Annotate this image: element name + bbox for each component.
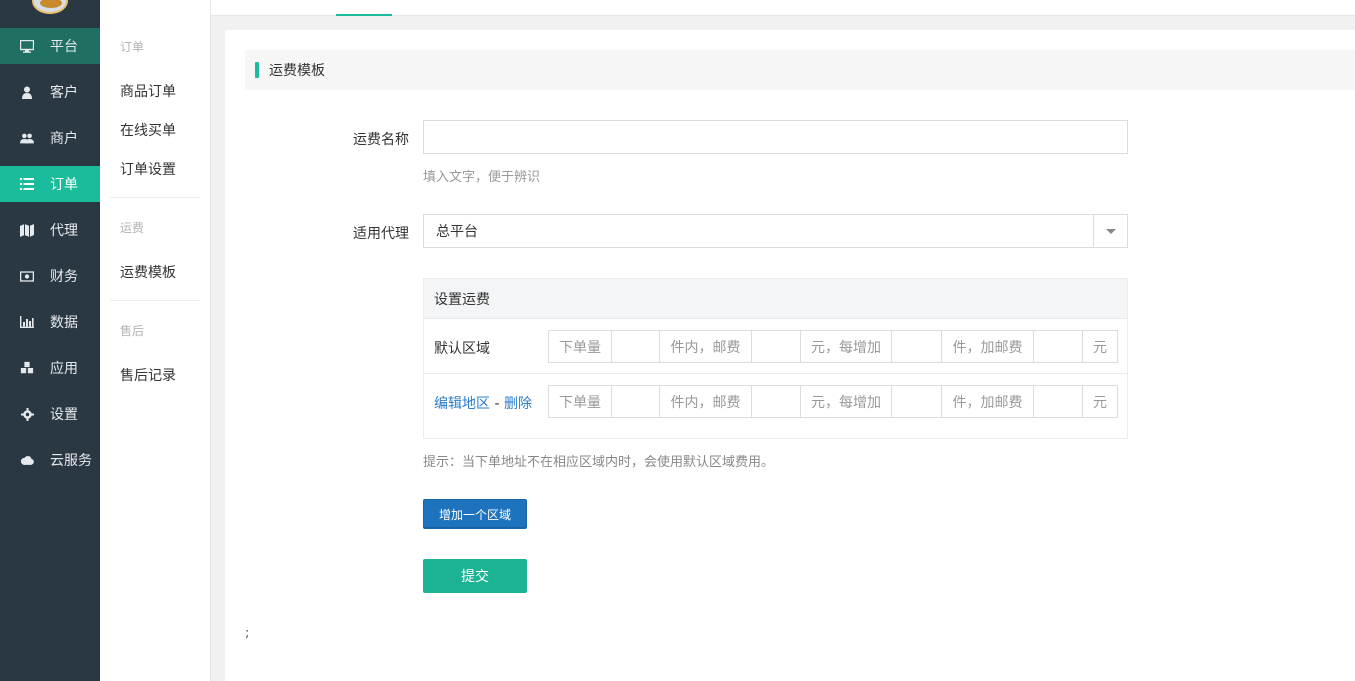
add-fee-input[interactable] <box>1033 330 1083 363</box>
subnav-group-title: 运费 <box>120 221 145 235</box>
subnav-group-title: 订单 <box>120 40 145 54</box>
default-region-label: 默认区域 <box>434 341 490 357</box>
cubes-icon <box>20 361 34 375</box>
sidebar-item-agent[interactable]: 代理 <box>0 212 100 248</box>
sidebar-item-customer[interactable]: 客户 <box>0 74 100 110</box>
subnav-item-order-settings[interactable]: 订单设置 <box>120 159 176 179</box>
sidebar-item-label: 代理 <box>50 223 78 239</box>
divider <box>110 197 200 198</box>
sidebar-item-label: 平台 <box>50 39 78 55</box>
add-fee-input[interactable] <box>1033 385 1083 418</box>
fee-settings-box: 设置运费 默认区域 下单量 件内，邮费 元，每增加 件，加邮费 元 编辑地区 -… <box>423 278 1128 439</box>
sidebar-item-label: 订单 <box>50 177 78 193</box>
add-qty-input[interactable] <box>891 330 942 363</box>
select-arrow[interactable] <box>1093 215 1127 247</box>
section-title: 运费模板 <box>269 63 325 79</box>
sidebar-item-label: 商户 <box>50 131 78 147</box>
monitor-icon <box>20 39 34 53</box>
name-help-text: 填入文字，便于辨识 <box>423 170 541 185</box>
sidebar-item-apps[interactable]: 应用 <box>0 350 100 386</box>
agent-label: 适用代理 <box>353 226 409 242</box>
label-yuan: 元 <box>1082 385 1118 418</box>
main-sidebar: 平台 客户 商户 订单 代理 财务 数据 应用 设置 云服务 <box>0 0 100 681</box>
money-icon <box>20 269 34 283</box>
sidebar-item-label: 客户 <box>50 85 78 101</box>
sidebar-item-label: 财务 <box>50 269 78 285</box>
label-first-fee: 件内，邮费 <box>659 385 752 418</box>
active-tab-indicator <box>336 14 392 16</box>
label-each-add: 元，每增加 <box>800 385 892 418</box>
sidebar-item-order[interactable]: 订单 <box>0 166 100 202</box>
sidebar-item-data[interactable]: 数据 <box>0 304 100 340</box>
subnav-item-shipping-template[interactable]: 运费模板 <box>120 262 176 282</box>
label-first-fee: 件内，邮费 <box>659 330 752 363</box>
sidebar-item-cloud[interactable]: 云服务 <box>0 442 100 478</box>
secondary-nav: 订单 商品订单 在线买单 订单设置 运费 运费模板 售后 售后记录 <box>100 0 211 681</box>
edit-region-link[interactable]: 编辑地区 <box>434 396 490 412</box>
label-yuan: 元 <box>1082 330 1118 363</box>
fee-row-default: 默认区域 下单量 件内，邮费 元，每增加 件，加邮费 元 <box>424 319 1127 374</box>
section-accent-bar <box>255 62 259 78</box>
name-input[interactable] <box>423 120 1128 154</box>
submit-button[interactable]: 提交 <box>423 559 527 593</box>
users-icon <box>20 131 34 145</box>
user-icon <box>20 85 34 99</box>
sidebar-item-platform[interactable]: 平台 <box>0 28 100 64</box>
subnav-item-product-orders[interactable]: 商品订单 <box>120 81 176 101</box>
section-header: 运费模板 <box>245 50 1355 90</box>
subnav-item-after-sales[interactable]: 售后记录 <box>120 365 176 385</box>
separator: - <box>494 396 500 412</box>
sidebar-item-finance[interactable]: 财务 <box>0 258 100 294</box>
sidebar-item-label: 数据 <box>50 315 78 331</box>
gear-icon <box>20 407 34 421</box>
fee-tip-text: 提示：当下单地址不在相应区域内时，会使用默认区域费用。 <box>423 455 775 470</box>
logo <box>32 0 68 14</box>
first-fee-input[interactable] <box>751 385 801 418</box>
label-order-qty: 下单量 <box>548 385 612 418</box>
main-panel: 运费模板 运费名称 填入文字，便于辨识 适用代理 总平台 设置运费 默认区域 下… <box>225 30 1355 681</box>
delete-region-link[interactable]: 删除 <box>504 396 532 412</box>
label-add-fee: 件，加邮费 <box>941 330 1034 363</box>
subnav-item-online-pay[interactable]: 在线买单 <box>120 120 176 140</box>
list-icon <box>20 177 34 191</box>
label-add-fee: 件，加邮费 <box>941 385 1034 418</box>
first-qty-input[interactable] <box>611 330 660 363</box>
footer-text: ; <box>245 626 250 641</box>
agent-select-value: 总平台 <box>436 224 478 240</box>
chevron-down-icon <box>1105 228 1116 234</box>
subnav-group-title: 售后 <box>120 324 145 338</box>
agent-select[interactable]: 总平台 <box>423 214 1128 248</box>
fee-row-region: 编辑地区 - 删除 下单量 件内，邮费 元，每增加 件，加邮费 元 <box>424 374 1127 429</box>
label-each-add: 元，每增加 <box>800 330 892 363</box>
sidebar-item-label: 应用 <box>50 361 78 377</box>
first-fee-input[interactable] <box>751 330 801 363</box>
top-bar <box>211 0 1355 16</box>
sidebar-item-label: 设置 <box>50 407 78 423</box>
fee-header: 设置运费 <box>424 279 1127 319</box>
name-label: 运费名称 <box>353 132 409 148</box>
divider <box>110 300 200 301</box>
label-order-qty: 下单量 <box>548 330 612 363</box>
bar-chart-icon <box>20 315 34 329</box>
cloud-icon <box>20 453 34 467</box>
sidebar-item-merchant[interactable]: 商户 <box>0 120 100 156</box>
sidebar-item-label: 云服务 <box>50 453 92 469</box>
map-icon <box>20 223 34 237</box>
add-region-button[interactable]: 增加一个区域 <box>423 499 527 529</box>
add-qty-input[interactable] <box>891 385 942 418</box>
sidebar-item-settings[interactable]: 设置 <box>0 396 100 432</box>
region-actions: 编辑地区 - 删除 <box>434 393 532 413</box>
first-qty-input[interactable] <box>611 385 660 418</box>
